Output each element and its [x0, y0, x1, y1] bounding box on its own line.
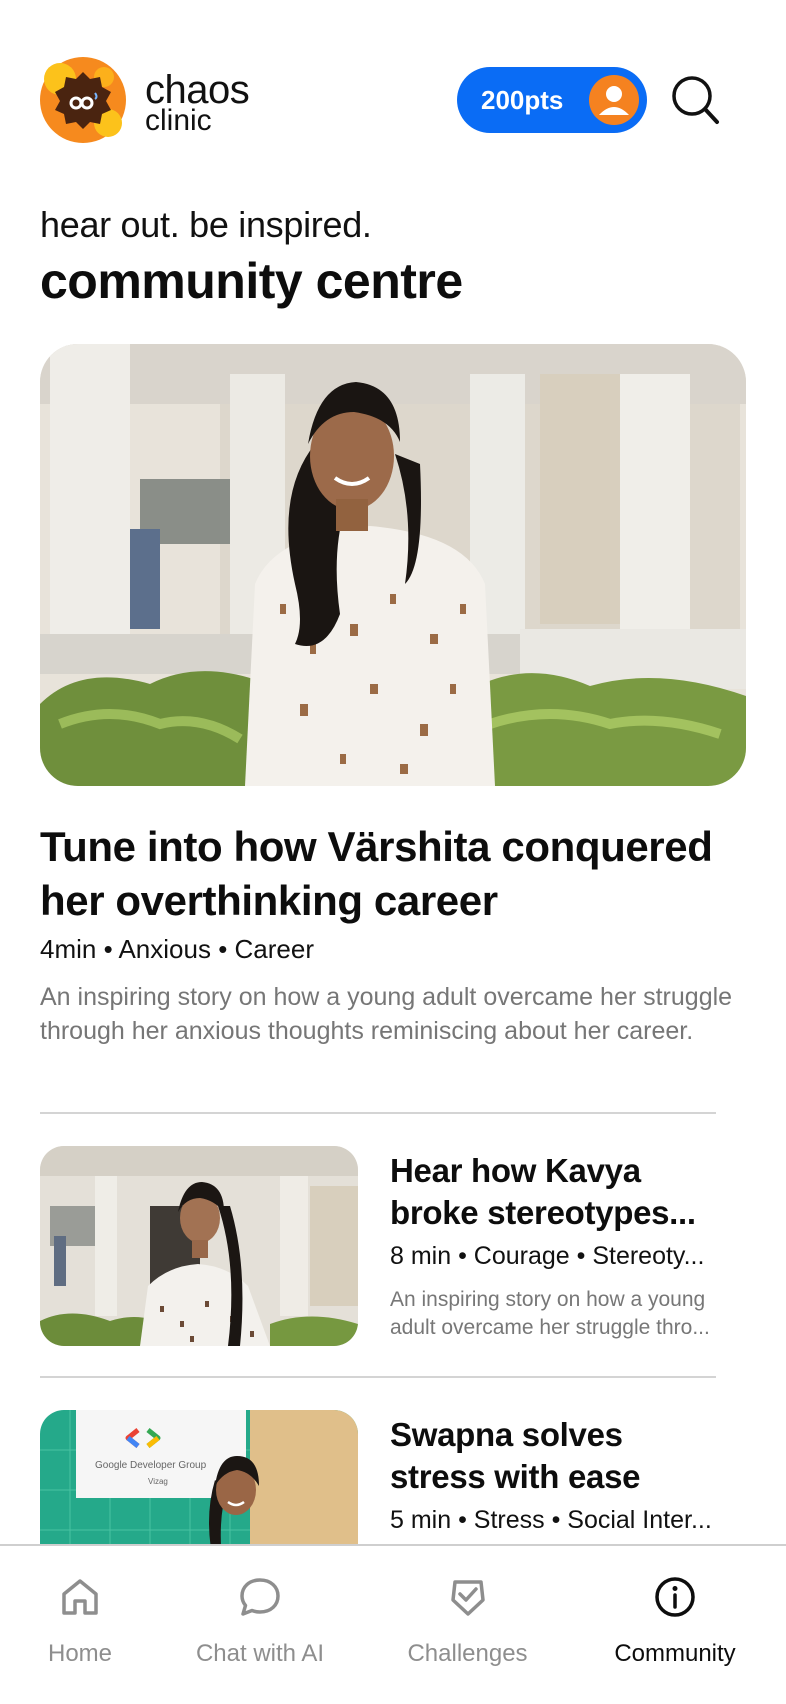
- app-header: chaos clinic 200pts: [0, 0, 786, 180]
- story-meta: 5 min • Stress • Social Inter...: [390, 1506, 712, 1534]
- divider: [40, 1112, 716, 1114]
- nav-label-community: Community: [614, 1640, 736, 1667]
- story-card[interactable]: Hear how Kavya broke stereotypes... 8 mi…: [40, 1146, 746, 1346]
- story-title-line: Hear how Kavya: [390, 1152, 641, 1189]
- nav-item-home[interactable]: Home: [20, 1546, 140, 1696]
- feature-story-description: An inspiring story on how a young adult …: [40, 983, 733, 1045]
- feature-story-meta: 4min • Anxious • Career: [40, 934, 314, 964]
- nav-item-challenges[interactable]: Challenges: [390, 1546, 545, 1696]
- home-icon: [62, 1579, 98, 1615]
- story-title[interactable]: Hear how Kavya broke stereotypes...: [390, 1150, 740, 1234]
- badge-check-icon: [451, 1580, 485, 1616]
- chaos-clinic-logo[interactable]: [40, 57, 126, 143]
- bottom-nav: Home Chat with AI Challenges Community: [0, 1544, 786, 1704]
- user-avatar-icon[interactable]: [589, 75, 639, 125]
- story-thumbnail[interactable]: [40, 1146, 358, 1346]
- chat-bubble-icon: [240, 1578, 280, 1616]
- story-title-line: stress with ease: [390, 1458, 641, 1495]
- nav-label-chat: Chat with AI: [195, 1640, 325, 1667]
- story-title-line: Swapna solves: [390, 1416, 623, 1453]
- page-title: community centre: [40, 253, 463, 309]
- page-tagline: hear out. be inspired.: [40, 204, 372, 245]
- points-label: 200pts: [481, 85, 564, 115]
- thumb-banner-text: Google Developer Group: [95, 1460, 207, 1471]
- story-desc-line: An inspiring story on how a young: [390, 1288, 706, 1311]
- feature-story-title[interactable]: Tune into how Värshita conquered her ove…: [40, 820, 760, 928]
- feature-story-image[interactable]: [40, 344, 746, 786]
- nav-label-home: Home: [47, 1640, 113, 1667]
- info-circle-icon: [655, 1577, 695, 1617]
- points-button[interactable]: 200pts: [457, 67, 647, 133]
- search-icon[interactable]: [670, 72, 722, 128]
- nav-label-challenges: Challenges: [407, 1640, 528, 1667]
- story-meta: 8 min • Courage • Stereoty...: [390, 1242, 705, 1270]
- brand-wordmark: chaos clinic: [145, 70, 250, 136]
- nav-item-chat[interactable]: Chat with AI: [180, 1546, 340, 1696]
- story-desc-line: adult overcame her struggle thro...: [390, 1316, 710, 1339]
- story-description: An inspiring story on how a young adult …: [390, 1286, 740, 1342]
- story-title-line: broke stereotypes...: [390, 1194, 696, 1231]
- nav-item-community[interactable]: Community: [595, 1546, 755, 1696]
- divider: [40, 1376, 716, 1378]
- story-title[interactable]: Swapna solves stress with ease: [390, 1414, 740, 1498]
- thumb-banner-sub: Vizag: [148, 1477, 168, 1486]
